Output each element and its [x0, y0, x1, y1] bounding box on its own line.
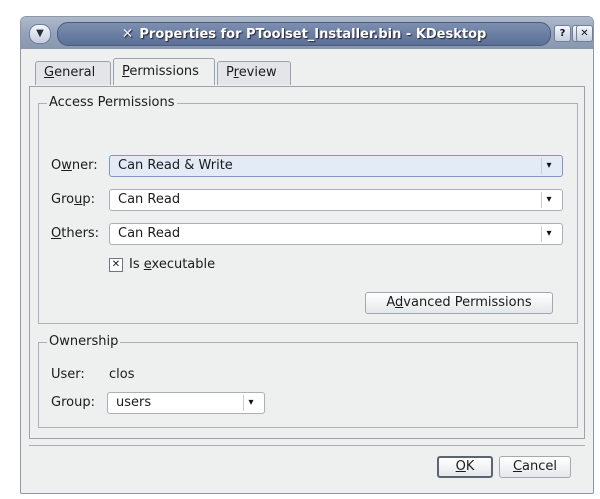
tab-general-label: eneral — [54, 65, 96, 80]
ownership-title: Ownership — [47, 334, 121, 350]
access-permissions-title: Access Permissions — [47, 95, 177, 111]
others-label-accel: O — [51, 226, 62, 241]
ok-label-accel: O — [455, 459, 466, 474]
tab-general[interactable]: General — [35, 61, 111, 85]
tab-preview-label-pre: P — [226, 65, 234, 80]
advanced-permissions-button[interactable]: Advanced Permissions — [365, 292, 553, 314]
ok-label-post: K — [465, 459, 475, 474]
executable-label-accel: e — [143, 257, 152, 272]
others-permission-combo[interactable]: Can Read ▾ — [109, 223, 563, 245]
chevron-down-icon: ▾ — [541, 226, 556, 242]
advanced-label-post: vanced Permissions — [403, 295, 532, 310]
ownership-group-combo[interactable]: users ▾ — [107, 392, 265, 414]
close-button[interactable]: ✕ — [576, 25, 593, 42]
footer-divider — [29, 445, 585, 446]
window-menu-button[interactable]: ▼ — [29, 24, 51, 44]
help-button[interactable]: ? — [554, 25, 571, 42]
others-label-post: thers: — [61, 226, 100, 241]
chevron-down-icon: ▾ — [541, 192, 556, 208]
tab-preview[interactable]: Preview — [217, 61, 291, 85]
ownership-group-value: users — [116, 395, 152, 410]
window-title: Properties for PToolset_Installer.bin - … — [139, 27, 487, 42]
owner-permission-combo[interactable]: Can Read & Write ▾ — [109, 155, 563, 177]
owner-label-accel: w — [61, 158, 72, 173]
ok-button[interactable]: OK — [437, 456, 493, 478]
group-permission-value: Can Read — [118, 192, 181, 207]
chevron-down-icon: ▼ — [36, 28, 44, 39]
user-label: User: — [51, 367, 85, 382]
group-label: Group: — [51, 190, 95, 210]
others-label: Others: — [51, 224, 99, 244]
title-bar[interactable]: ▼ ✕ Properties for PToolset_Installer.bin… — [21, 17, 593, 49]
advanced-label-pre: A — [386, 295, 396, 310]
properties-dialog: ▼ ✕ Properties for PToolset_Installer.bin… — [20, 16, 594, 494]
executable-checkbox-row[interactable]: ✕ Is executable — [109, 256, 215, 274]
executable-checkbox[interactable]: ✕ — [109, 257, 123, 272]
permissions-panel: Access Permissions Owner: Can Read & Wri… — [29, 86, 585, 439]
executable-label-post: xecutable — [151, 257, 216, 272]
executable-label-pre: Is — [129, 257, 144, 272]
owner-label-pre: O — [51, 158, 62, 173]
group-label-post: p: — [82, 192, 95, 207]
others-permission-value: Can Read — [118, 226, 181, 241]
cancel-label-post: ancel — [522, 459, 558, 474]
access-permissions-group: Access Permissions Owner: Can Read & Wri… — [38, 95, 578, 324]
group-permission-combo[interactable]: Can Read ▾ — [109, 189, 563, 211]
ownership-group-label: Group: — [51, 395, 95, 410]
tab-preview-label: eview — [238, 65, 277, 80]
group-label-pre: Gro — [51, 192, 75, 207]
ownership-group: Ownership User: clos Group: users ▾ — [38, 334, 578, 428]
owner-permission-value: Can Read & Write — [118, 158, 233, 173]
tab-general-accel: G — [44, 65, 55, 80]
tab-permissions[interactable]: Permissions — [113, 58, 215, 85]
chevron-down-icon: ▾ — [243, 395, 258, 411]
window-title-pill[interactable]: ✕ Properties for PToolset_Installer.bin -… — [57, 22, 551, 46]
owner-label-post: ner: — [71, 158, 98, 173]
chevron-down-icon: ▾ — [541, 158, 556, 174]
tab-permissions-label: ermissions — [129, 64, 199, 79]
cancel-button[interactable]: Cancel — [499, 456, 571, 478]
owner-label: Owner: — [51, 156, 98, 176]
x-app-icon: ✕ — [121, 26, 134, 42]
user-value: clos — [109, 367, 135, 382]
cancel-label-accel: C — [512, 459, 523, 474]
